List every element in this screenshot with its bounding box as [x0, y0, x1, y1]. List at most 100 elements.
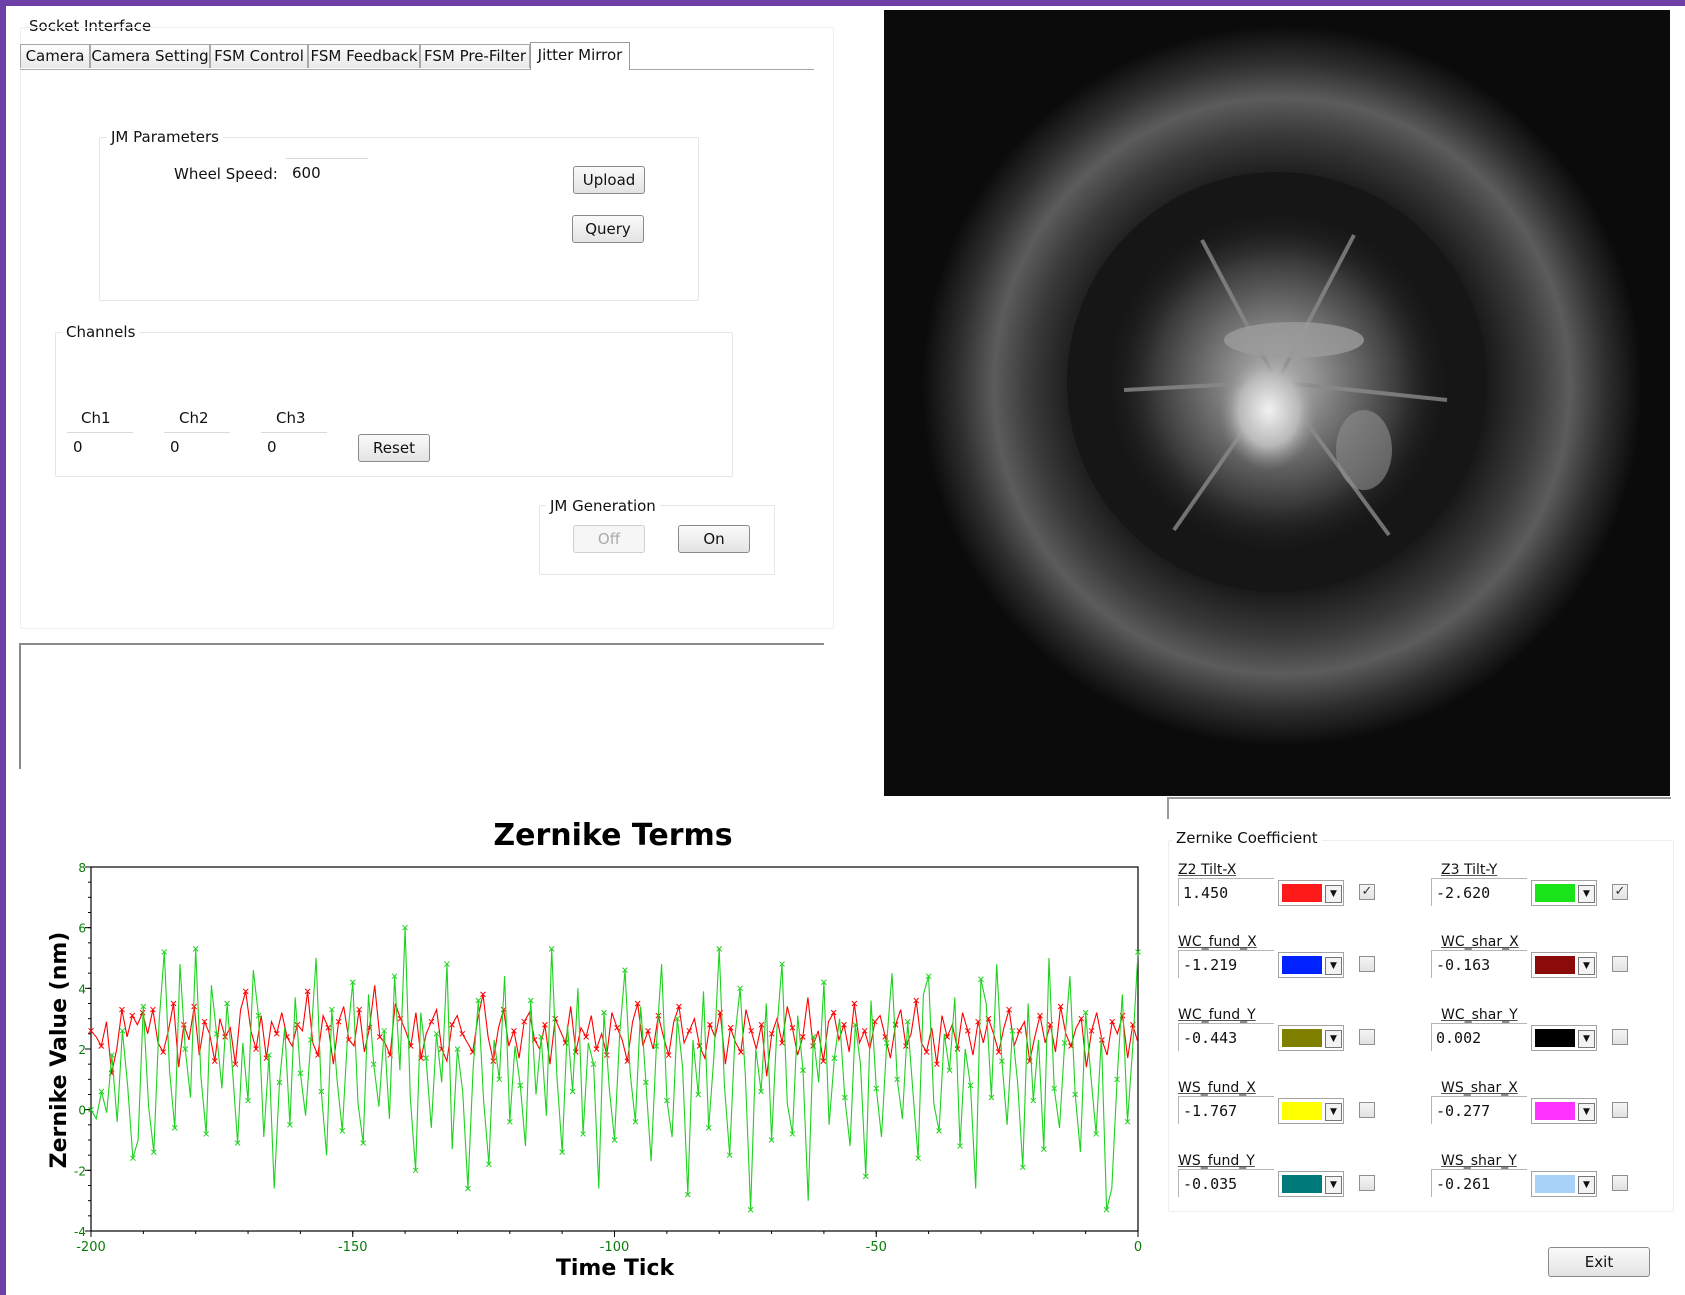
x-tick-label: -50	[866, 1240, 887, 1255]
chevron-down-icon[interactable]: ▼	[1578, 1103, 1595, 1121]
channels-title: Channels	[62, 323, 140, 341]
ch1-label: Ch1	[81, 409, 111, 427]
color-select-ws-shar-y[interactable]: ▼	[1531, 1171, 1597, 1197]
upload-button[interactable]: Upload	[573, 166, 645, 194]
color-select-wc-fund-x[interactable]: ▼	[1278, 952, 1344, 978]
color-select-z2-tilt-x[interactable]: ▼	[1278, 880, 1344, 906]
chevron-down-icon[interactable]: ▼	[1325, 1176, 1342, 1194]
plot-checkbox-ws-shar-y[interactable]	[1612, 1175, 1628, 1191]
chevron-down-icon[interactable]: ▼	[1578, 1030, 1595, 1048]
chevron-down-icon[interactable]: ▼	[1578, 957, 1595, 975]
log-area[interactable]	[19, 643, 824, 769]
camera-view	[884, 10, 1670, 796]
x-tick-label: -150	[338, 1240, 368, 1255]
color-swatch	[1282, 884, 1322, 902]
zernike-label-ws-fund-y: WS_fund_Y	[1178, 1153, 1255, 1169]
zernike-label-z2-tilt-x: Z2 Tilt-X	[1178, 862, 1237, 878]
off-button[interactable]: Off	[573, 525, 645, 553]
tab-fsm-feedback[interactable]: FSM Feedback	[308, 44, 420, 68]
color-select-ws-fund-x[interactable]: ▼	[1278, 1098, 1344, 1124]
tab-camera-setting[interactable]: Camera Setting	[90, 44, 210, 68]
color-select-ws-fund-y[interactable]: ▼	[1278, 1171, 1344, 1197]
ch1-input[interactable]	[67, 432, 133, 460]
wheel-speed-input[interactable]	[286, 158, 368, 186]
color-select-wc-fund-y[interactable]: ▼	[1278, 1025, 1344, 1051]
plot-checkbox-wc-fund-y[interactable]	[1359, 1029, 1375, 1045]
color-swatch	[1282, 1102, 1322, 1120]
chevron-down-icon[interactable]: ▼	[1325, 1103, 1342, 1121]
y-tick-label: -2	[74, 1164, 86, 1178]
wheel-speed-label: Wheel Speed:	[174, 165, 278, 183]
zernike-value-wc-fund-x[interactable]	[1178, 950, 1274, 978]
query-button[interactable]: Query	[572, 215, 644, 243]
zernike-coefficient-title: Zernike Coefficient	[1172, 829, 1322, 847]
y-tick-label: 2	[78, 1043, 86, 1057]
chevron-down-icon[interactable]: ▼	[1325, 885, 1342, 903]
camera-status-area	[1167, 797, 1671, 819]
color-select-wc-shar-x[interactable]: ▼	[1531, 952, 1597, 978]
y-tick-label: 8	[78, 861, 86, 875]
plot-checkbox-z3-tilt-y[interactable]: ✓	[1612, 884, 1628, 900]
zernike-label-wc-shar-y: WC_shar_Y	[1441, 1007, 1518, 1023]
color-swatch	[1282, 1175, 1322, 1193]
plot-checkbox-ws-fund-x[interactable]	[1359, 1102, 1375, 1118]
chart-title: Zernike Terms	[493, 818, 732, 853]
plot-checkbox-ws-fund-y[interactable]	[1359, 1175, 1375, 1191]
zernike-label-ws-shar-x: WS_shar_X	[1441, 1080, 1518, 1096]
plot-checkbox-wc-fund-x[interactable]	[1359, 956, 1375, 972]
color-swatch	[1282, 1029, 1322, 1047]
y-tick-label: 0	[78, 1104, 86, 1118]
zernike-label-z3-tilt-y: Z3 Tilt-Y	[1441, 862, 1498, 878]
x-tick-label: -100	[600, 1240, 630, 1255]
chevron-down-icon[interactable]: ▼	[1325, 957, 1342, 975]
color-swatch	[1535, 1102, 1575, 1120]
zernike-label-ws-shar-y: WS_shar_Y	[1441, 1153, 1517, 1169]
color-select-wc-shar-y[interactable]: ▼	[1531, 1025, 1597, 1051]
reset-button[interactable]: Reset	[358, 434, 430, 462]
ch3-label: Ch3	[276, 409, 306, 427]
tab-fsm-pre-filter[interactable]: FSM Pre-Filter	[420, 44, 530, 68]
zernike-value-ws-fund-x[interactable]	[1178, 1096, 1274, 1124]
ch3-input[interactable]	[261, 432, 327, 460]
x-tick-label: 0	[1134, 1240, 1142, 1255]
tab-fsm-control[interactable]: FSM Control	[210, 44, 308, 68]
color-swatch	[1535, 1029, 1575, 1047]
chevron-down-icon[interactable]: ▼	[1578, 1176, 1595, 1194]
color-select-z3-tilt-y[interactable]: ▼	[1531, 880, 1597, 906]
ch2-label: Ch2	[179, 409, 209, 427]
plot-checkbox-wc-shar-y[interactable]	[1612, 1029, 1628, 1045]
plot-area	[90, 866, 1139, 1232]
zernike-value-wc-shar-x[interactable]	[1431, 950, 1527, 978]
color-swatch	[1282, 956, 1322, 974]
zernike-value-z2-tilt-x[interactable]	[1178, 878, 1274, 906]
chart-ylabel: Zernike Value (nm)	[47, 932, 72, 1169]
zernike-value-wc-shar-y[interactable]	[1431, 1023, 1527, 1051]
jm-parameters-title: JM Parameters	[107, 128, 223, 146]
plot-checkbox-wc-shar-x[interactable]	[1612, 956, 1628, 972]
wavefront-camera-image	[884, 10, 1670, 796]
tab-camera[interactable]: Camera	[20, 44, 90, 68]
zernike-label-wc-fund-x: WC_fund_X	[1178, 934, 1257, 950]
plot-checkbox-ws-shar-x[interactable]	[1612, 1102, 1628, 1118]
ch2-input[interactable]	[164, 432, 230, 460]
chevron-down-icon[interactable]: ▼	[1578, 885, 1595, 903]
on-button[interactable]: On	[678, 525, 750, 553]
color-swatch	[1535, 884, 1575, 902]
color-swatch	[1535, 1175, 1575, 1193]
chevron-down-icon[interactable]: ▼	[1325, 1030, 1342, 1048]
plot-checkbox-z2-tilt-x[interactable]: ✓	[1359, 884, 1375, 900]
jm-generation-title: JM Generation	[546, 497, 660, 515]
zernike-value-ws-fund-y[interactable]	[1178, 1169, 1274, 1197]
x-tick-label: -200	[76, 1240, 106, 1255]
zernike-value-z3-tilt-y[interactable]	[1431, 878, 1527, 906]
zernike-value-ws-shar-x[interactable]	[1431, 1096, 1527, 1124]
zernike-value-ws-shar-y[interactable]	[1431, 1169, 1527, 1197]
y-tick-label: 6	[78, 922, 86, 936]
exit-button[interactable]: Exit	[1548, 1247, 1650, 1277]
zernike-value-wc-fund-y[interactable]	[1178, 1023, 1274, 1051]
tab-underline	[20, 69, 814, 70]
zernike-label-wc-shar-x: WC_shar_X	[1441, 934, 1519, 950]
color-select-ws-shar-x[interactable]: ▼	[1531, 1098, 1597, 1124]
tab-jitter-mirror[interactable]: Jitter Mirror	[530, 42, 630, 70]
zernike-label-ws-fund-x: WS_fund_X	[1178, 1080, 1256, 1096]
